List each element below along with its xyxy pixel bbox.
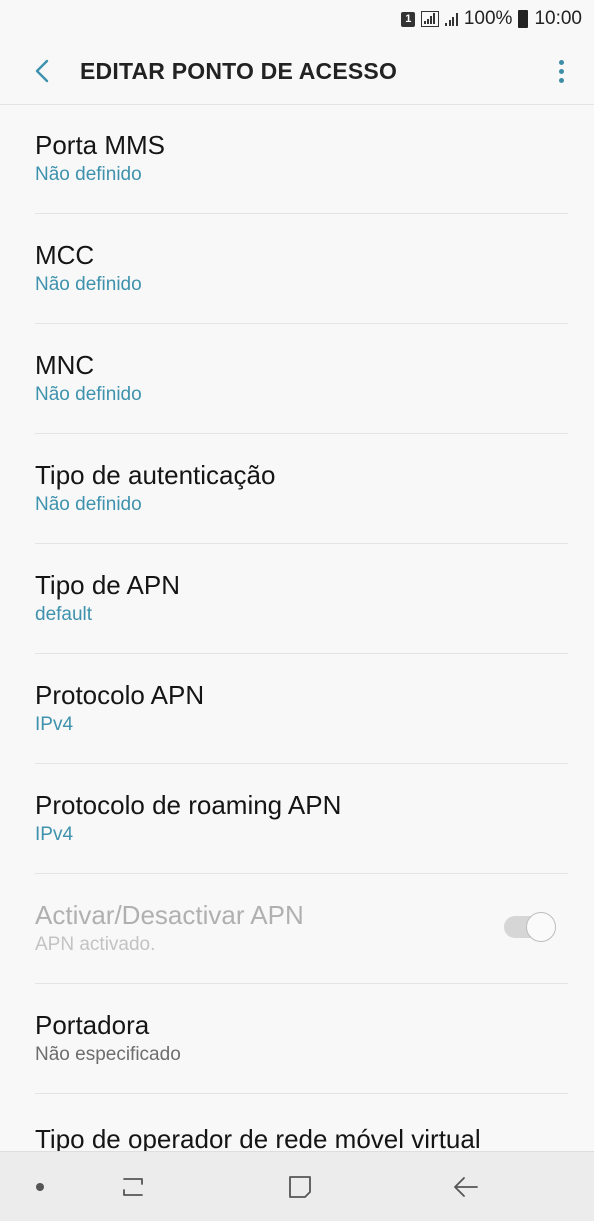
settings-list: Porta MMS Não definido MCC Não definido … <box>0 104 594 1094</box>
toggle-knob <box>526 912 556 942</box>
status-bar: 1 100% 10:00 <box>0 0 594 38</box>
setting-tipo-apn[interactable]: Tipo de APN default <box>35 544 568 654</box>
setting-value: IPv4 <box>35 824 74 845</box>
recent-apps-icon <box>123 1178 143 1196</box>
home-button[interactable] <box>280 1170 320 1204</box>
setting-label: MCC <box>35 240 95 270</box>
back-nav-button[interactable] <box>446 1170 486 1204</box>
navigation-bar <box>0 1151 594 1221</box>
setting-protocolo-roaming-apn[interactable]: Protocolo de roaming APN IPv4 <box>35 764 568 874</box>
setting-label: Activar/Desactivar APN <box>35 900 304 930</box>
setting-mnc[interactable]: MNC Não definido <box>35 324 568 434</box>
setting-protocolo-apn[interactable]: Protocolo APN IPv4 <box>35 654 568 764</box>
signal-sim1-icon <box>421 11 440 27</box>
indicator-dot-icon <box>36 1183 44 1191</box>
setting-label: Portadora <box>35 1010 150 1040</box>
setting-label: Porta MMS <box>35 130 166 160</box>
chevron-left-icon <box>35 59 49 83</box>
setting-label: Protocolo APN <box>35 680 205 710</box>
signal-sim2-icon <box>445 12 458 26</box>
back-icon <box>454 1177 478 1197</box>
setting-porta-mms[interactable]: Porta MMS Não definido <box>35 104 568 214</box>
app-bar: EDITAR PONTO DE ACESSO <box>0 38 594 105</box>
page-title: EDITAR PONTO DE ACESSO <box>80 57 398 84</box>
setting-value: Não definido <box>35 494 142 515</box>
setting-portadora[interactable]: Portadora Não especificado <box>35 984 568 1094</box>
setting-value: Não definido <box>35 274 142 295</box>
sim-slot-icon: 1 <box>401 11 416 27</box>
setting-value: Não definido <box>35 164 142 185</box>
back-button[interactable] <box>22 51 62 91</box>
setting-value: IPv4 <box>35 714 74 735</box>
more-options-button[interactable] <box>546 51 576 91</box>
battery-icon <box>518 10 529 28</box>
setting-mcc[interactable]: MCC Não definido <box>35 214 568 324</box>
setting-label: Tipo de autenticação <box>35 460 276 490</box>
setting-activar-apn: Activar/Desactivar APN APN activado. <box>35 874 568 984</box>
setting-label: Tipo de APN <box>35 570 181 600</box>
setting-value: Não especificado <box>35 1044 181 1065</box>
apn-toggle-switch <box>504 912 556 942</box>
recent-apps-button[interactable] <box>113 1170 153 1204</box>
home-icon <box>289 1176 311 1198</box>
setting-value: Não definido <box>35 384 142 405</box>
setting-tipo-autenticacao[interactable]: Tipo de autenticação Não definido <box>35 434 568 544</box>
battery-percent: 100% <box>463 8 513 29</box>
setting-value: default <box>35 604 93 625</box>
setting-label: Protocolo de roaming APN <box>35 790 342 820</box>
setting-label: MNC <box>35 350 95 380</box>
setting-value: APN activado. <box>35 934 156 955</box>
more-vertical-icon <box>558 59 564 65</box>
clock: 10:00 <box>534 8 582 29</box>
